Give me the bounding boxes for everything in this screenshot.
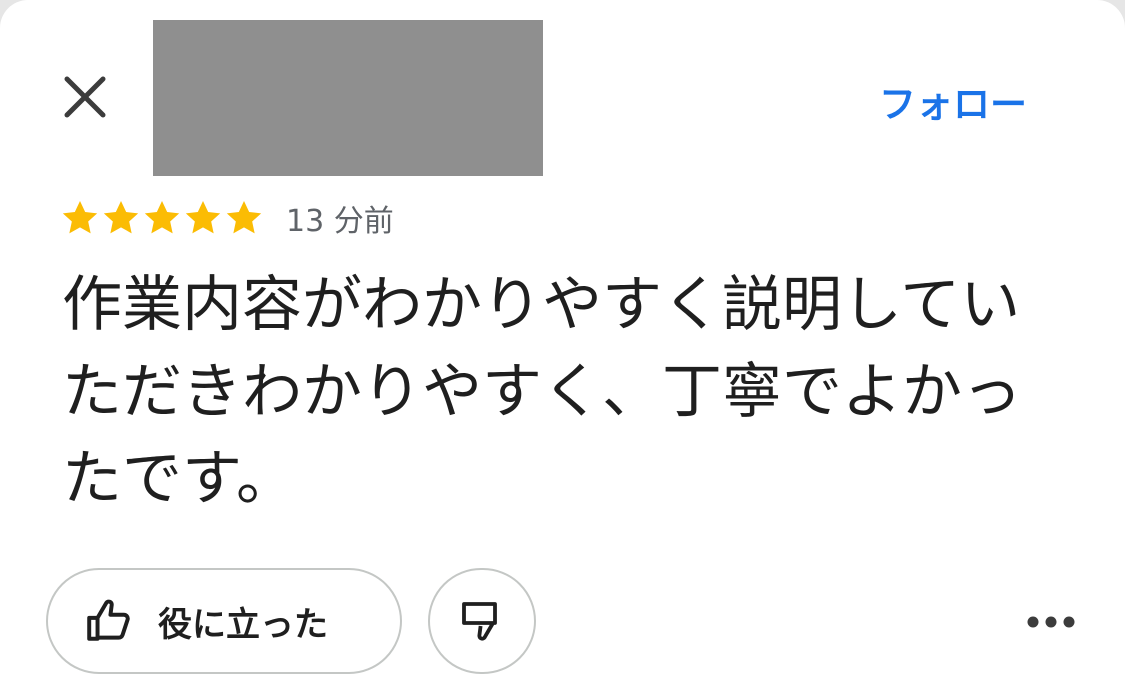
more-options-button[interactable]: [1023, 600, 1079, 644]
helpful-button[interactable]: 役に立った: [46, 568, 402, 674]
rating-row: 13 分前: [60, 196, 394, 240]
thumbs-down-icon: [462, 602, 497, 641]
helpful-label: 役に立った: [158, 604, 328, 645]
redacted-reviewer-info: [153, 20, 543, 176]
star-icon: [185, 201, 221, 234]
star-icon: [226, 201, 262, 234]
close-icon: [64, 76, 106, 118]
review-text: 作業内容がわかりやすく説明していただきわかりやすく、丁寧でよかったです。: [62, 270, 1022, 514]
star-rating: [60, 198, 264, 238]
star-icon: [103, 201, 139, 234]
close-button[interactable]: [56, 68, 114, 126]
review-timestamp: 13 分前: [286, 204, 394, 239]
star-icon: [144, 201, 180, 234]
star-icon: [62, 201, 98, 234]
thumbs-up-icon: [87, 599, 130, 641]
more-horizontal-icon: [1027, 616, 1075, 628]
follow-button[interactable]: フォロー: [879, 74, 1027, 128]
not-helpful-button[interactable]: [428, 568, 536, 674]
review-sheet: フォロー 13 分前 作業内容がわかりやすく説明していただきわかりやすく、丁寧で…: [0, 0, 1125, 699]
